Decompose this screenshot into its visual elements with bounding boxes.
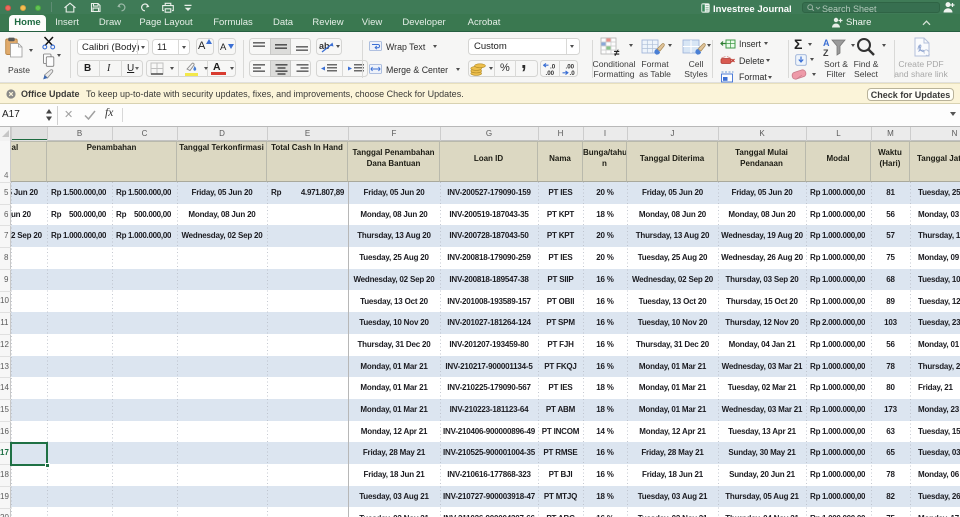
svg-text:A: A	[823, 38, 830, 48]
svg-text:Z: Z	[823, 48, 829, 57]
svg-text:.0: .0	[570, 70, 576, 76]
svg-text:.00: .00	[546, 70, 555, 76]
svg-text:≠: ≠	[614, 48, 620, 58]
